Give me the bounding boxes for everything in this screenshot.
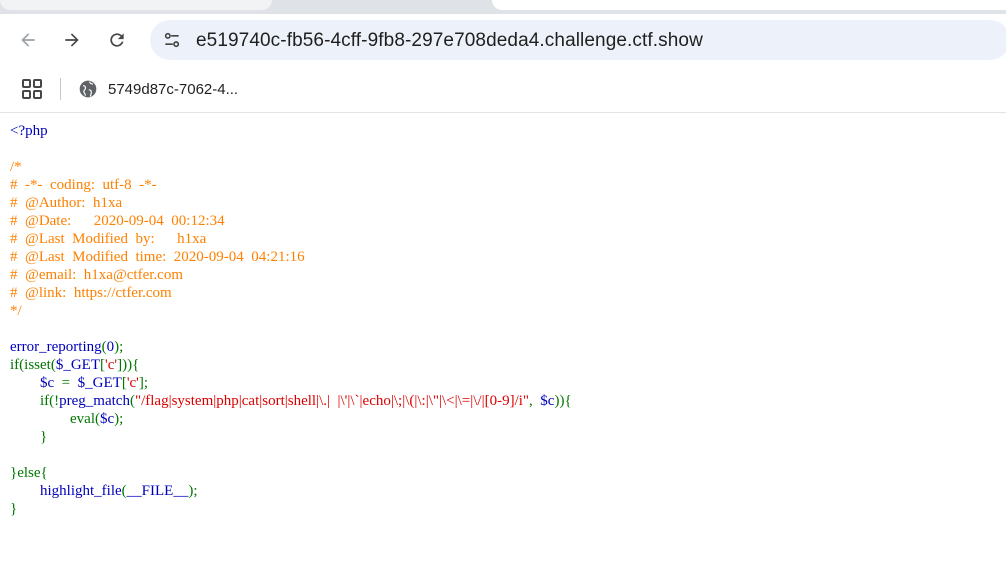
code-token: ];: [138, 375, 149, 391]
apps-grid-icon[interactable]: [20, 77, 44, 101]
code-token: */: [10, 303, 22, 319]
code-line: # @Author: h1xa: [10, 194, 1000, 212]
code-line: }: [10, 428, 1000, 446]
browser-toolbar: e519740c-fb56-4cff-9fb8-297e708deda4.cha…: [0, 14, 1006, 66]
code-token: }: [10, 429, 48, 445]
browser-tab-inactive[interactable]: [0, 0, 272, 10]
code-token: /*: [10, 159, 22, 175]
code-token: );: [114, 411, 124, 427]
code-line: # @Date: 2020-09-04 00:12:34: [10, 212, 1000, 230]
code-token: }else{: [10, 465, 48, 481]
code-token: # -*- coding: utf-8 -*-: [10, 177, 157, 193]
tune-icon: [164, 32, 180, 48]
bookmarks-divider: [60, 78, 61, 100]
reload-icon: [110, 33, 124, 47]
code-token: $c: [99, 411, 115, 427]
code-token: # @Date: 2020-09-04 00:12:34: [10, 213, 225, 229]
arrow-left-icon: [21, 33, 35, 47]
code-token: __FILE__: [126, 483, 189, 499]
code-line: }: [10, 500, 1000, 518]
forward-button[interactable]: [56, 24, 88, 56]
code-token: "/flag|system|php|cat|sort|shell|\.| |\'…: [134, 393, 530, 409]
code-token: preg_match: [59, 393, 130, 409]
globe-icon: [79, 80, 97, 98]
code-line: $c = $_GET['c'];: [10, 374, 1000, 392]
code-token: $_GET: [55, 357, 100, 373]
code-line: error_reporting(0);: [10, 338, 1000, 356]
bookmark-label: 5749d87c-7062-4...: [108, 80, 239, 98]
code-line: if(!preg_match("/flag|system|php|cat|sor…: [10, 392, 1000, 410]
code-token: error_reporting: [10, 339, 102, 355]
site-info-button[interactable]: [160, 28, 184, 52]
code-token: # @Last Modified time: 2020-09-04 04:21:…: [10, 249, 305, 265]
code-token: # @Last Modified by: h1xa: [10, 231, 207, 247]
code-token: $_GET: [77, 375, 122, 391]
code-token: 'c': [126, 375, 139, 391]
code-token: # @link: https://ctfer.com: [10, 285, 172, 301]
code-line: # @link: https://ctfer.com: [10, 284, 1000, 302]
code-token: <?php: [10, 123, 48, 139]
code-token: $c: [540, 393, 555, 409]
code-token: );: [114, 339, 124, 355]
browser-tab-active[interactable]: [492, 0, 1006, 10]
code-token: ])){: [117, 357, 140, 373]
code-token: eval(: [10, 411, 100, 427]
code-token: 'c': [105, 357, 118, 373]
reload-button[interactable]: [101, 24, 133, 56]
bookmarks-bar: 5749d87c-7062-4...: [0, 66, 1006, 113]
code-line: # @Last Modified by: h1xa: [10, 230, 1000, 248]
code-token: }: [10, 501, 18, 517]
code-token: ,: [529, 393, 541, 409]
address-bar[interactable]: e519740c-fb56-4cff-9fb8-297e708deda4.cha…: [150, 20, 1006, 60]
code-line: */: [10, 302, 1000, 320]
code-line: }else{: [10, 464, 1000, 482]
tab-strip: [0, 0, 1006, 14]
url-text[interactable]: e519740c-fb56-4cff-9fb8-297e708deda4.cha…: [196, 30, 703, 52]
php-source-code: <?php /* # -*- coding: utf-8 -*- # @Author:…: [10, 122, 1000, 518]
code-token: );: [188, 483, 198, 499]
code-line: # @Last Modified time: 2020-09-04 04:21:…: [10, 248, 1000, 266]
code-line: # @email: h1xa@ctfer.com: [10, 266, 1000, 284]
code-token: if(isset(: [10, 357, 56, 373]
bookmark-item[interactable]: 5749d87c-7062-4...: [78, 74, 238, 104]
code-line: <?php: [10, 122, 1000, 140]
code-line: eval($c);: [10, 410, 1000, 428]
code-token: =: [61, 375, 78, 391]
code-token: # @Author: h1xa: [10, 195, 123, 211]
code-token: # @email: h1xa@ctfer.com: [10, 267, 183, 283]
code-token: $c: [40, 375, 62, 391]
code-token: )){: [554, 393, 572, 409]
arrow-right-icon: [65, 33, 79, 47]
code-token: highlight_file: [40, 483, 122, 499]
code-line: /*: [10, 158, 1000, 176]
code-line: highlight_file(__FILE__);: [10, 482, 1000, 500]
code-token: if(!: [10, 393, 60, 409]
code-line: if(isset($_GET['c'])){: [10, 356, 1000, 374]
code-line: # -*- coding: utf-8 -*-: [10, 176, 1000, 194]
back-button[interactable]: [12, 24, 44, 56]
